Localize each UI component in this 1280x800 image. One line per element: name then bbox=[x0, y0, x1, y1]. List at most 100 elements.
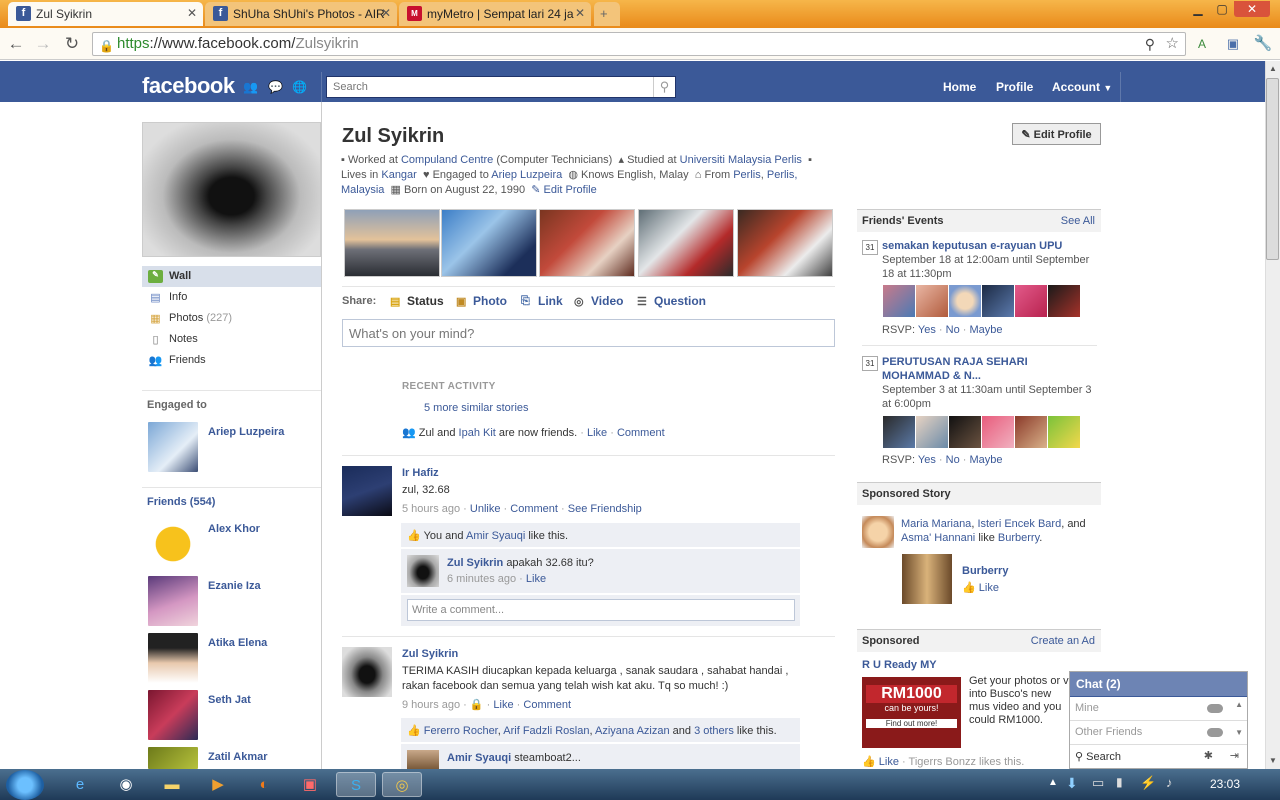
attendee-avatar[interactable] bbox=[916, 416, 948, 448]
volume-icon[interactable]: ♪ bbox=[1166, 775, 1173, 790]
search-input[interactable]: Search ⚲ bbox=[326, 76, 676, 98]
post-author[interactable]: Zul Syikrin bbox=[402, 648, 458, 660]
comment-link[interactable]: Comment bbox=[510, 503, 558, 515]
like-link[interactable]: Like bbox=[979, 582, 999, 594]
like-link[interactable]: Like bbox=[526, 573, 546, 585]
folder-icon[interactable]: ▬ bbox=[152, 772, 192, 797]
tray-expand-icon[interactable]: ▲ bbox=[1048, 777, 1058, 788]
unlike-link[interactable]: Unlike bbox=[470, 503, 501, 515]
attendee-avatar[interactable] bbox=[982, 285, 1014, 317]
product-image[interactable] bbox=[902, 554, 952, 604]
rsvp-no-link[interactable]: No bbox=[946, 454, 960, 466]
profile-picture[interactable] bbox=[142, 122, 321, 257]
attendee-avatar[interactable] bbox=[883, 416, 915, 448]
product-name[interactable]: Burberry bbox=[962, 565, 1008, 577]
comment-link[interactable]: Comment bbox=[523, 699, 571, 711]
attendee-avatar[interactable] bbox=[982, 416, 1014, 448]
wrench-icon[interactable]: 🔧 bbox=[1252, 33, 1274, 55]
like-link[interactable]: Like bbox=[493, 699, 513, 711]
skype-icon[interactable]: S bbox=[336, 772, 376, 797]
scroll-down-icon[interactable]: ▼ bbox=[1266, 753, 1280, 769]
close-tab-icon[interactable]: ✕ bbox=[575, 6, 585, 20]
close-tab-icon[interactable]: ✕ bbox=[381, 6, 391, 20]
reload-icon[interactable]: ↻ bbox=[61, 33, 83, 55]
extension-icon[interactable]: ▣ bbox=[1222, 33, 1244, 55]
scroll-down-icon[interactable]: ▼ bbox=[1235, 728, 1243, 737]
attendee-avatar[interactable] bbox=[949, 416, 981, 448]
sponsored-avatar[interactable] bbox=[862, 516, 894, 548]
search-engine-icon[interactable]: ⚲ bbox=[1145, 33, 1155, 55]
commenter-name[interactable]: Amir Syauqi bbox=[447, 752, 511, 764]
chat-search[interactable]: ⚲ Search ✱ ⇥ bbox=[1070, 745, 1247, 769]
new-tab-button[interactable]: + bbox=[594, 2, 620, 26]
sidebar-item-wall[interactable]: ✎ Wall bbox=[142, 266, 321, 287]
close-window-button[interactable]: ✕ bbox=[1234, 1, 1270, 17]
share-status-button[interactable]: ▤ Status bbox=[390, 294, 444, 308]
rsvp-yes-link[interactable]: Yes bbox=[918, 454, 936, 466]
network-signal-icon[interactable]: ▮ bbox=[1116, 775, 1123, 789]
attendee-avatar[interactable] bbox=[1015, 285, 1047, 317]
liker-link[interactable]: Arif Fadzli Roslan bbox=[503, 725, 589, 737]
share-photo-button[interactable]: ▣ Photo bbox=[456, 294, 507, 308]
app-icon[interactable]: ▣ bbox=[290, 772, 330, 797]
power-icon[interactable]: ⚡ bbox=[1140, 775, 1156, 791]
scroll-up-icon[interactable]: ▲ bbox=[1235, 700, 1243, 709]
share-question-button[interactable]: ☰ Question bbox=[637, 294, 706, 308]
event-title[interactable]: semakan keputusan e-rayuan UPU bbox=[882, 240, 1062, 252]
recent-photo[interactable] bbox=[539, 209, 635, 277]
sidebar-item-photos[interactable]: ▦ Photos (227) bbox=[142, 308, 321, 329]
brand-link[interactable]: Burberry bbox=[998, 532, 1039, 544]
chat-header[interactable]: Chat (2) bbox=[1070, 672, 1247, 697]
liker-link[interactable]: Aziyana Azizan bbox=[595, 725, 670, 737]
forward-arrow-icon[interactable]: → bbox=[32, 33, 54, 55]
address-bar[interactable]: 🔒 https://www.facebook.com/Zulsyikrin ⚲ ☆ bbox=[92, 32, 1186, 56]
translate-icon[interactable]: A bbox=[1191, 33, 1213, 55]
friend-name[interactable]: Zatil Akmar bbox=[208, 751, 268, 763]
media-center-icon[interactable]: ◉ bbox=[106, 772, 146, 797]
friend-avatar[interactable] bbox=[148, 747, 198, 769]
see-friendship-link[interactable]: See Friendship bbox=[568, 503, 642, 515]
friend-name[interactable]: Atika Elena bbox=[208, 637, 267, 649]
nav-profile[interactable]: Profile bbox=[996, 80, 1033, 94]
post-author[interactable]: Ir Hafiz bbox=[402, 467, 439, 479]
browser-tab[interactable]: M myMetro | Sempat lari 24 ja ✕ bbox=[399, 2, 591, 26]
city-link[interactable]: Kangar bbox=[381, 169, 416, 181]
attendee-avatar[interactable] bbox=[1048, 285, 1080, 317]
liker-link[interactable]: Fererro Rocher bbox=[424, 725, 498, 737]
create-ad-link[interactable]: Create an Ad bbox=[1031, 635, 1095, 647]
country-link[interactable]: Malaysia bbox=[341, 184, 384, 196]
sidebar-item-info[interactable]: ▤ Info bbox=[142, 287, 321, 308]
firefox-icon[interactable]: ◐ bbox=[244, 772, 284, 797]
friend-link[interactable]: Asma' Hannani bbox=[901, 532, 975, 544]
post-author-avatar[interactable] bbox=[342, 647, 392, 697]
write-comment-input[interactable]: Write a comment... bbox=[407, 599, 795, 621]
facebook-logo[interactable]: facebook bbox=[142, 73, 235, 99]
popout-icon[interactable]: ⇥ bbox=[1230, 749, 1239, 762]
taskbar-clock[interactable]: 23:03 bbox=[1210, 777, 1240, 791]
event-title[interactable]: PERUTUSAN RAJA SEHARI MOHAMMAD & N... bbox=[882, 356, 1028, 382]
like-link[interactable]: Like bbox=[879, 756, 899, 768]
friend-avatar[interactable] bbox=[148, 519, 198, 569]
friend-avatar[interactable] bbox=[148, 576, 198, 626]
ad-image[interactable]: RM1000 can be yours! Find out more! bbox=[862, 677, 961, 748]
edit-profile-button[interactable]: ✎ Edit Profile bbox=[1012, 123, 1101, 145]
messages-icon[interactable]: 💬 bbox=[268, 80, 283, 94]
close-tab-icon[interactable]: ✕ bbox=[187, 6, 197, 20]
internet-explorer-icon[interactable]: e bbox=[60, 772, 100, 797]
sidebar-item-friends[interactable]: 👥 Friends bbox=[142, 350, 321, 371]
friend-name[interactable]: Ezanie Iza bbox=[208, 580, 261, 592]
chat-list-mine[interactable]: Mine bbox=[1070, 697, 1247, 721]
tray-download-icon[interactable]: ⬇ bbox=[1066, 775, 1078, 792]
recent-photo[interactable] bbox=[638, 209, 734, 277]
post-time[interactable]: 9 hours ago bbox=[402, 699, 460, 711]
from-link[interactable]: Perlis bbox=[733, 169, 761, 181]
scrollbar-thumb[interactable] bbox=[1266, 78, 1279, 260]
rsvp-no-link[interactable]: No bbox=[946, 324, 960, 336]
attendee-avatar[interactable] bbox=[916, 285, 948, 317]
attendee-avatar[interactable] bbox=[949, 285, 981, 317]
comment-link[interactable]: Comment bbox=[617, 427, 665, 439]
nav-account[interactable]: Account ▼ bbox=[1052, 80, 1112, 94]
maximize-button[interactable]: ▢ bbox=[1210, 1, 1234, 17]
from-link[interactable]: Perlis, bbox=[767, 169, 798, 181]
share-video-button[interactable]: ◎ Video bbox=[574, 294, 623, 308]
